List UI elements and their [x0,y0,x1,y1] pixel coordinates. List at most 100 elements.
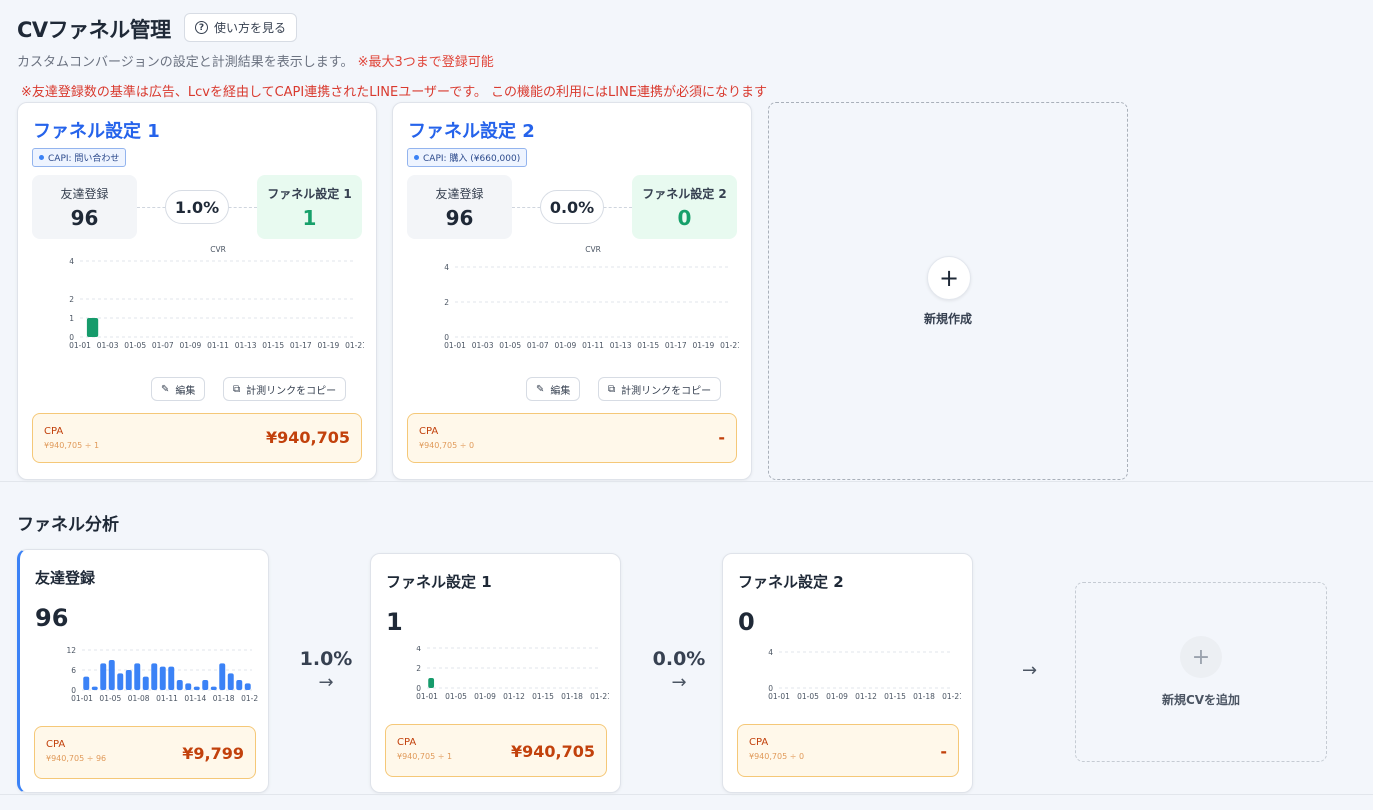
cpa-box: CPA ¥940,705 ÷ 96 ¥9,799 [34,726,256,779]
bar [168,666,175,690]
cpa-label: CPA [419,426,439,437]
bar [108,660,115,690]
cpa-formula: ¥940,705 ÷ 0 [419,441,475,450]
cpa-box: CPA ¥940,705 ÷ 1 ¥940,705 [385,724,607,777]
funnel-count-box: ファネル設定 2 0 [632,175,737,239]
analysis-card-friends: 友達登録 96 0 6 12 01-01 01-05 01-08 01-11 01-14 01-… [17,549,269,793]
analysis-card-value: 0 [738,608,755,636]
x-tick-label: 01-18 [561,692,583,701]
section-divider [0,481,1373,482]
x-tick-label: 01-17 [290,341,312,350]
cpa-formula: ¥940,705 ÷ 0 [749,752,805,761]
capi-badge: CAPI: 問い合わせ [32,148,127,167]
capi-dot-icon [414,155,419,160]
plus-icon[interactable]: + [1180,636,1222,678]
plus-icon[interactable]: + [927,256,971,300]
y-tick-label: 2 [444,298,449,307]
capi-badge-label: CAPI: 問い合わせ [48,154,120,164]
bar [219,663,226,690]
conversion-rate-pill: 0.0% [540,190,604,224]
y-tick-label: 4 [768,648,773,657]
cpa-formula: ¥940,705 ÷ 1 [44,441,100,450]
analysis-card-value: 1 [386,608,403,636]
funnel-1-bar-chart: 02401-0101-0501-0901-1201-1501-1801-21 [416,646,609,701]
x-tick-label: 01-12 [503,692,525,701]
funnel-rate-1: 1.0% → [296,648,356,693]
new-funnel-card[interactable]: + 新規作成 [768,102,1128,480]
x-tick-label: 01-21 [590,692,609,701]
friend-count-label: 友達登録 [60,186,109,201]
funnel-card-2: ファネル設定 2 CAPI: 購入 (¥660,000) 友達登録 96 0.0… [392,102,752,480]
x-tick-label: 01-15 [884,692,906,701]
cpa-value: ¥9,799 [182,744,244,763]
x-tick-label: 01-15 [262,341,284,350]
x-tick-label: 01-13 [235,341,257,350]
bar [244,683,251,690]
funnel-rate-value: 0.0% [652,648,706,670]
bar [91,686,98,690]
x-tick-label: 01-11 [207,341,229,350]
x-tick-label: 01-11 [582,341,604,350]
x-tick-label: 01-01 [416,692,438,701]
analysis-card-title: 友達登録 [35,569,96,587]
analysis-card-title: ファネル設定 1 [386,573,492,591]
x-tick-label: 01-15 [637,341,659,350]
copy-link-label: 計測リンクをコピー [246,385,337,397]
x-tick-label: 01-05 [99,694,121,703]
friend-count-value: 96 [70,205,99,230]
x-tick-label: 01-01 [69,341,91,350]
copy-icon: ⧉ [608,383,616,395]
funnel-rate-2: 0.0% → [649,648,709,693]
edit-button[interactable]: ✎ 編集 [151,377,206,401]
x-tick-label: 01-09 [474,692,496,701]
bar [117,673,124,690]
friend-count-box: 友達登録 96 [407,175,512,239]
cpa-box: CPA ¥940,705 ÷ 0 - [407,413,737,463]
x-tick-label: 01-09 [555,341,577,350]
new-funnel-label: 新規作成 [923,312,972,326]
bar [151,663,158,690]
bar [83,676,90,690]
subtitle-text: カスタムコンバージョンの設定と計測結果を表示します。 [17,55,354,70]
x-tick-label: 01-05 [445,692,467,701]
cpa-label: CPA [44,426,64,437]
cpa-label: CPA [46,739,66,750]
x-tick-label: 01-14 [184,694,206,703]
arrow-right-icon: → [1022,660,1038,681]
x-tick-label: 01-01 [768,692,790,701]
funnel-count-value: 1 [302,205,317,230]
analysis-section-title: ファネル分析 [17,515,119,535]
x-tick-label: 01-05 [499,341,521,350]
add-cv-card[interactable]: + 新規CVを追加 [1075,582,1327,762]
x-tick-label: 01-07 [152,341,174,350]
capi-badge: CAPI: 購入 (¥660,000) [407,148,528,167]
funnel-card-title: ファネル設定 1 [33,121,160,142]
bar [86,318,99,337]
cpa-box: CPA ¥940,705 ÷ 1 ¥940,705 [32,413,362,463]
bar [159,666,166,690]
copy-link-button[interactable]: ⧉ 計測リンクをコピー [223,377,347,401]
x-tick-label: 01-09 [826,692,848,701]
subtitle-limit-note: ※最大3つまで登録可能 [357,55,494,70]
edit-button[interactable]: ✎ 編集 [526,377,581,401]
x-tick-label: 01-05 [124,341,146,350]
cvr-chart: CVR02401-01 01-03 01-05 01-07 01-09 01-11 01-1… [444,245,739,350]
y-tick-label: 1 [69,314,74,323]
x-tick-label: 01-19 [318,341,340,350]
x-tick-label: 01-08 [128,694,150,703]
conversion-rate-pill: 1.0% [165,190,229,224]
friend-count-label: 友達登録 [435,186,484,201]
bar [176,680,183,690]
chart-title: CVR [210,245,226,254]
cpa-box: CPA ¥940,705 ÷ 0 - [737,724,959,777]
bar [185,683,192,690]
x-tick-label: 01-05 [797,692,819,701]
copy-link-button[interactable]: ⧉ 計測リンクをコピー [598,377,722,401]
x-tick-label: 01-03 [97,341,119,350]
cpa-value: - [940,742,947,761]
x-tick-label: 01-21 [241,694,258,703]
cpa-formula: ¥940,705 ÷ 96 [46,754,107,763]
help-button[interactable]: ? 使い方を見る [184,13,298,42]
cpa-formula: ¥940,705 ÷ 1 [397,752,453,761]
arrow-right-icon: → [671,672,687,693]
